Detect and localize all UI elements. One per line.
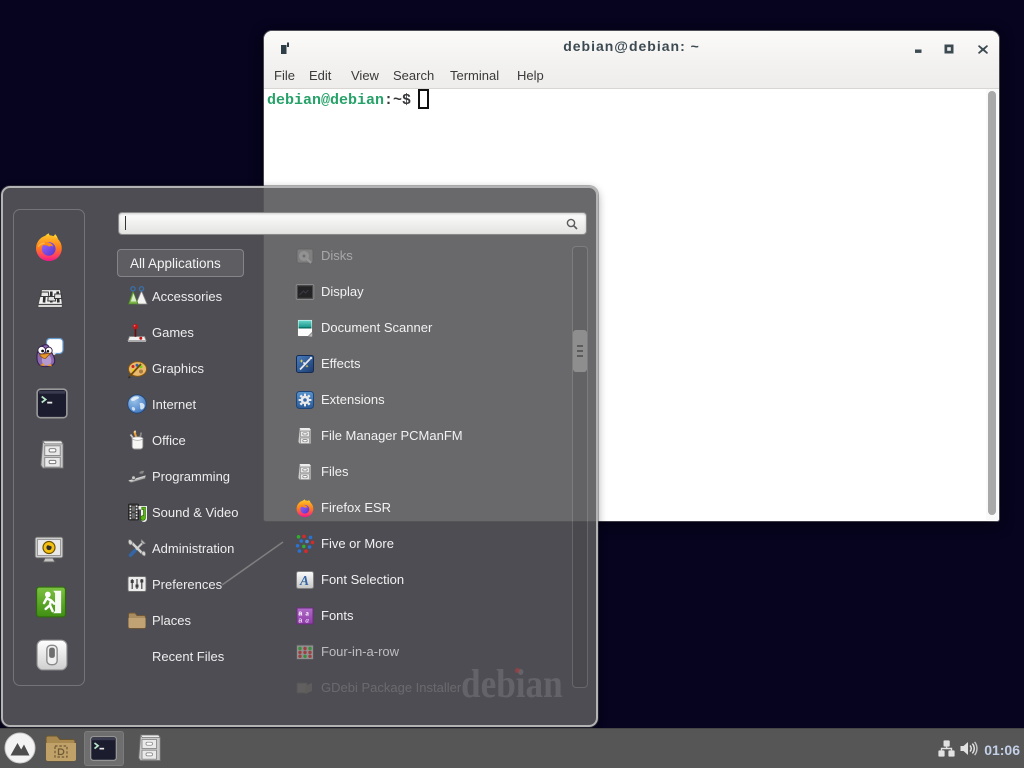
svg-text:a: a [298,610,302,617]
svg-text:a: a [305,617,309,625]
svg-text:A: A [299,573,309,588]
svg-text:a: a [298,618,302,625]
